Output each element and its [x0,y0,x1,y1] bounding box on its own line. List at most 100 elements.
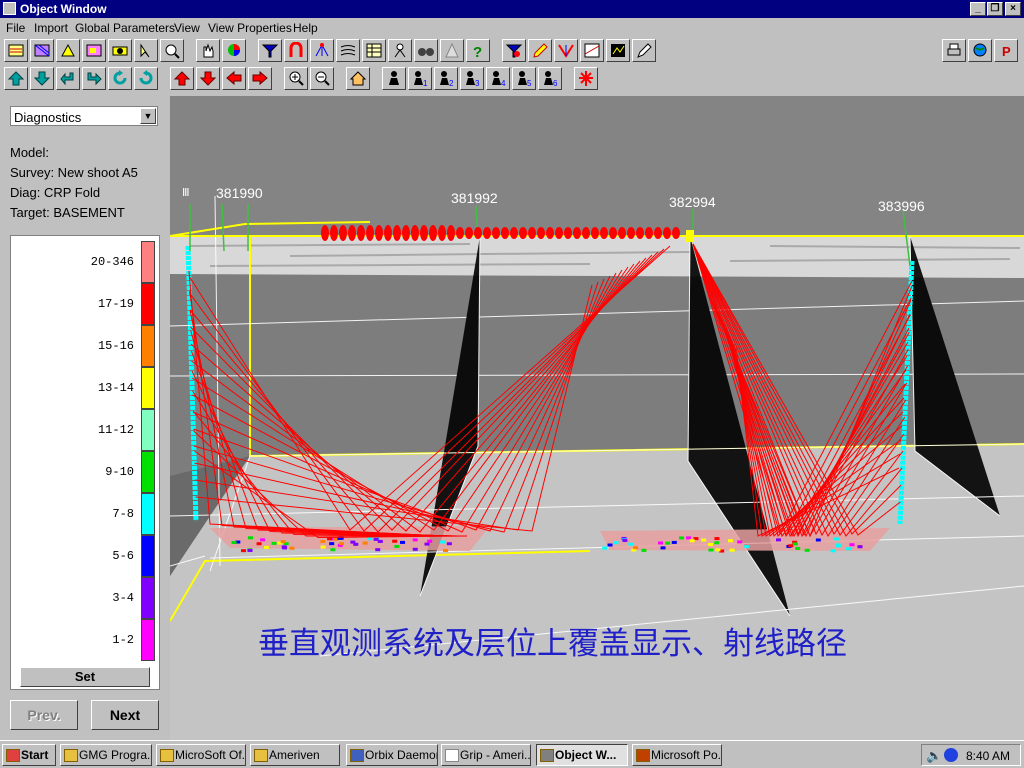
ray-icon[interactable] [554,39,578,62]
coverage-cell [271,541,277,545]
coverage-cell [394,544,400,548]
turn-right-icon[interactable] [82,67,106,90]
app-icon [540,749,554,762]
menu-view[interactable]: View [174,21,200,35]
legend-swatch [141,493,155,535]
start-label: Start [21,748,49,762]
help-icon[interactable]: ? [466,39,490,62]
person-4-icon[interactable]: 4 [486,67,510,90]
shot-point [411,225,419,241]
burst-icon[interactable] [574,67,598,90]
pencil-icon[interactable] [528,39,552,62]
task-gmg[interactable]: GMG Progra... [60,744,152,766]
rotate-ccw-icon[interactable] [134,67,158,90]
minimize-button[interactable]: _ [970,2,986,16]
figure-caption: 垂直观测系统及层位上覆盖显示、射线路径 [258,626,847,662]
coverage-cell [744,545,750,549]
menu-global-parameters[interactable]: Global Parameters [75,21,175,35]
red-down-icon[interactable] [196,67,220,90]
3d-viewport[interactable]: Ⅲ 381990 381992 382994 383996 垂直观测系统及层位上… [169,96,1024,740]
zoom-in-icon[interactable] [284,67,308,90]
system-tray: 🔈 8:40 AM [921,744,1021,766]
legend-swatch [141,283,155,325]
print-icon[interactable] [942,39,966,62]
prev-button[interactable]: Prev. [10,700,78,730]
pick-icon[interactable] [56,39,80,62]
horizon-icon[interactable] [336,39,360,62]
start-button[interactable]: Start [2,744,56,766]
binoculars-icon[interactable] [414,39,438,62]
menu-view-properties[interactable]: View Properties [208,21,292,35]
task-grip[interactable]: Grip - Ameri... [441,744,531,766]
person-6-icon[interactable]: 6 [538,67,562,90]
table-icon[interactable] [362,39,386,62]
grid-icon[interactable] [30,39,54,62]
legend-swatch [141,577,155,619]
coverage-cell [775,538,781,542]
person-2-icon[interactable]: 2 [434,67,458,90]
edit-icon[interactable] [632,39,656,62]
section-icon[interactable] [580,39,604,62]
globe-icon[interactable] [968,39,992,62]
menu-help[interactable]: Help [293,21,318,35]
coverage-cell [247,536,253,540]
select-arrow-icon[interactable] [134,39,158,62]
arrow-up-icon[interactable] [4,67,28,90]
tree-icon[interactable] [310,39,334,62]
shot-point [582,227,590,239]
red-right-icon[interactable] [248,67,272,90]
funnel-red-icon[interactable] [502,39,526,62]
person-1-icon[interactable]: 1 [408,67,432,90]
chart-icon[interactable] [606,39,630,62]
map-icon[interactable] [82,39,106,62]
shot-point [366,225,374,241]
person-icon[interactable] [382,67,406,90]
shot-point [501,227,509,239]
coverage-cell [857,545,863,549]
camera-icon[interactable] [108,39,132,62]
funnel-icon[interactable] [258,39,282,62]
speaker-icon[interactable]: 🔈 [926,748,942,764]
triangle-icon[interactable] [440,39,464,62]
zoom-out-icon[interactable] [310,67,334,90]
task-ameriven[interactable]: Ameriven [250,744,340,766]
next-button[interactable]: Next [91,700,159,730]
restore-button[interactable]: ❐ [987,2,1003,16]
arrow-down-icon[interactable] [30,67,54,90]
coverage-cell [329,542,335,546]
model-label: Model: [10,145,50,160]
home-icon[interactable] [346,67,370,90]
shot-point [402,225,410,241]
red-left-icon[interactable] [222,67,246,90]
view-type-dropdown[interactable]: Diagnostics ▼ [10,106,158,126]
rotate-cw-icon[interactable] [108,67,132,90]
coverage-cell [715,548,721,552]
plot-p-icon[interactable]: P [994,39,1018,62]
task-powerpoint[interactable]: Microsoft Po... [632,744,722,766]
svg-text:5: 5 [527,79,532,87]
red-up-icon[interactable] [170,67,194,90]
person-5-icon[interactable]: 5 [512,67,536,90]
network-icon[interactable] [944,748,958,762]
windows-logo-icon [6,749,20,762]
figure-icon[interactable] [388,39,412,62]
magnet-icon[interactable] [284,39,308,62]
coverage-cell [256,542,262,546]
task-microsoft-office[interactable]: MicroSoft Of... [156,744,246,766]
task-object-window[interactable]: Object W... [536,744,628,766]
toolbar-bottom: 1 2 3 4 5 6 [0,67,1024,95]
menu-file[interactable]: File [6,21,25,35]
app-icon[interactable] [3,2,16,15]
chevron-down-icon[interactable]: ▼ [140,108,156,124]
hand-icon[interactable] [196,39,220,62]
menu-import[interactable]: Import [34,21,68,35]
set-button[interactable]: Set [20,667,150,687]
turn-left-icon[interactable] [56,67,80,90]
color-wheel-icon[interactable] [222,39,246,62]
shot-point [339,225,347,241]
person-3-icon[interactable]: 3 [460,67,484,90]
layers-icon[interactable] [4,39,28,62]
close-button[interactable]: × [1005,2,1021,16]
task-orbix-daemon[interactable]: Orbix Daemon [346,744,438,766]
zoom-select-icon[interactable] [160,39,184,62]
